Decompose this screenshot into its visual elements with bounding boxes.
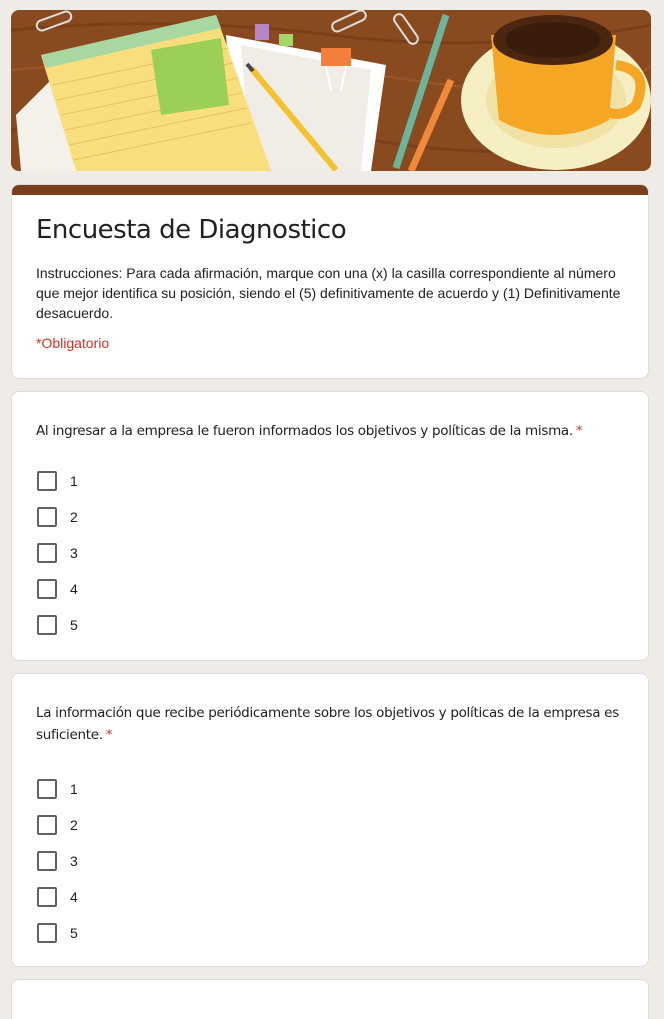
option-label: 5	[70, 617, 78, 633]
checkbox-icon[interactable]	[37, 851, 57, 871]
checkbox-option[interactable]: 4	[36, 879, 78, 915]
option-label: 4	[70, 581, 78, 597]
question-card-3	[11, 979, 649, 1019]
question-title: Al ingresar a la empresa le fueron infor…	[36, 423, 583, 439]
form-description: Instrucciones: Para cada afirmación, mar…	[36, 265, 621, 321]
option-label: 2	[70, 509, 78, 525]
option-label: 3	[70, 545, 78, 561]
checkbox-option[interactable]: 5	[36, 607, 78, 643]
checkbox-group: 1 2 3 4 5	[36, 771, 78, 951]
required-asterisk: *	[575, 423, 583, 439]
option-label: 3	[70, 853, 78, 869]
required-asterisk: *	[105, 727, 113, 743]
checkbox-icon[interactable]	[37, 507, 57, 527]
checkbox-icon[interactable]	[37, 579, 57, 599]
option-label: 2	[70, 817, 78, 833]
question-card-1: Al ingresar a la empresa le fueron infor…	[11, 391, 649, 661]
checkbox-group: 1 2 3 4 5	[36, 463, 78, 643]
option-label: 4	[70, 889, 78, 905]
question-title: La información que recibe periódicamente…	[36, 705, 619, 743]
checkbox-option[interactable]: 5	[36, 915, 78, 951]
accent-bar	[12, 185, 648, 195]
checkbox-option[interactable]: 1	[36, 771, 78, 807]
checkbox-option[interactable]: 2	[36, 499, 78, 535]
checkbox-icon[interactable]	[37, 923, 57, 943]
checkbox-icon[interactable]	[37, 815, 57, 835]
required-note: *Obligatorio	[36, 335, 110, 351]
checkbox-icon[interactable]	[37, 471, 57, 491]
form-title: Encuesta de Diagnostico	[36, 215, 347, 245]
checkbox-option[interactable]: 2	[36, 807, 78, 843]
checkbox-icon[interactable]	[37, 887, 57, 907]
question-card-2: La información que recibe periódicamente…	[11, 673, 649, 967]
option-label: 5	[70, 925, 78, 941]
form-header-card: Encuesta de Diagnostico Instrucciones: P…	[11, 184, 649, 379]
option-label: 1	[70, 781, 78, 797]
option-label: 1	[70, 473, 78, 489]
checkbox-option[interactable]: 4	[36, 571, 78, 607]
checkbox-icon[interactable]	[37, 543, 57, 563]
checkbox-icon[interactable]	[37, 779, 57, 799]
checkbox-option[interactable]: 3	[36, 843, 78, 879]
header-banner-image	[11, 10, 651, 171]
checkbox-option[interactable]: 1	[36, 463, 78, 499]
checkbox-option[interactable]: 3	[36, 535, 78, 571]
checkbox-icon[interactable]	[37, 615, 57, 635]
